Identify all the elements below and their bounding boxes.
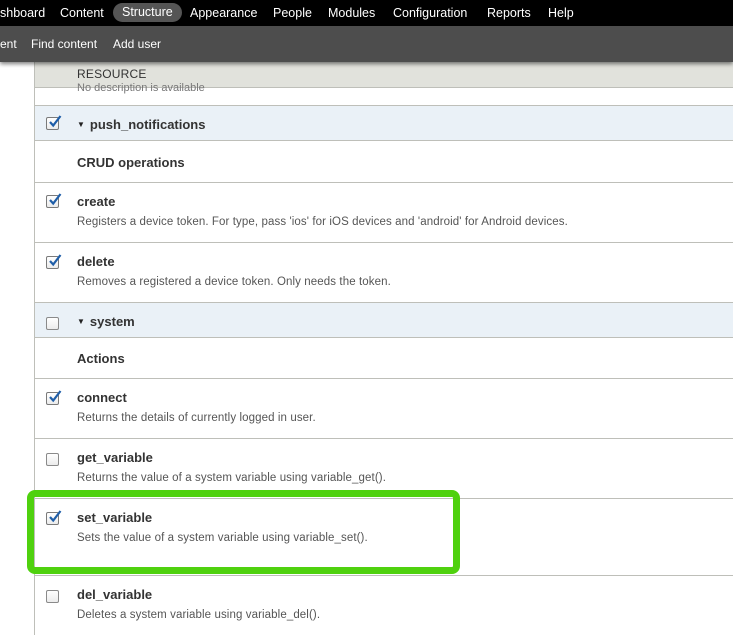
shortcut-add-user[interactable]: Add user — [113, 26, 161, 63]
checkbox-connect[interactable] — [46, 390, 62, 405]
operation-name: create — [77, 194, 116, 209]
menu-dashboard[interactable]: shboard — [0, 0, 45, 26]
section-title-crud: CRUD operations — [77, 155, 185, 170]
collapse-triangle-icon: ▼ — [77, 120, 85, 129]
table-row-connect: connect Returns the details of currently… — [35, 379, 733, 439]
clipped-description: No description is available — [77, 82, 205, 94]
menu-content[interactable]: Content — [60, 0, 104, 26]
checkbox-set-variable[interactable] — [46, 510, 62, 525]
table-row-create: create Registers a device token. For typ… — [35, 183, 733, 243]
shortcut-add-content[interactable]: ent — [0, 26, 17, 63]
resource-column-header: RESOURCE — [77, 67, 147, 81]
shortcut-bar: ent Find content Add user — [0, 26, 733, 62]
admin-toolbar: shboard Content Structure Appearance Peo… — [0, 0, 733, 26]
operation-description: Sets the value of a system variable usin… — [77, 532, 368, 544]
table-row-get-variable: get_variable Returns the value of a syst… — [35, 439, 733, 499]
table-row-delete: delete Removes a registered a device tok… — [35, 243, 733, 303]
menu-help[interactable]: Help — [548, 0, 574, 26]
menu-configuration[interactable]: Configuration — [393, 0, 467, 26]
checkmark-icon — [49, 254, 62, 267]
operation-description: Removes a registered a device token. Onl… — [77, 276, 391, 288]
checkmark-icon — [49, 193, 62, 206]
page-left-margin — [0, 62, 23, 635]
section-title-actions: Actions — [77, 351, 125, 366]
menu-structure[interactable]: Structure — [113, 3, 182, 22]
table-row-del-variable: del_variable Deletes a system variable u… — [35, 576, 733, 635]
group-checkbox-push-notifications[interactable] — [46, 115, 62, 130]
operation-name: del_variable — [77, 587, 153, 602]
menu-appearance[interactable]: Appearance — [190, 0, 257, 26]
menu-reports[interactable]: Reports — [487, 0, 531, 26]
checkmark-icon — [49, 510, 62, 523]
shortcut-find-content[interactable]: Find content — [31, 26, 97, 63]
operation-name: set_variable — [77, 510, 153, 525]
operation-name: get_variable — [77, 450, 153, 465]
checkbox-create[interactable] — [46, 193, 62, 208]
group-checkbox-system[interactable] — [46, 317, 59, 330]
operation-description: Returns the value of a system variable u… — [77, 472, 386, 484]
operation-description: Returns the details of currently logged … — [77, 412, 316, 424]
operation-description: Registers a device token. For type, pass… — [77, 216, 568, 228]
checkbox-del-variable[interactable] — [46, 590, 59, 603]
table-header: RESOURCE No description is available — [35, 62, 733, 94]
group-toggle-push-notifications[interactable]: ▼ push_notifications — [77, 117, 205, 132]
checkbox-delete[interactable] — [46, 254, 62, 269]
operation-name: connect — [77, 390, 127, 405]
menu-people[interactable]: People — [273, 0, 312, 26]
section-row-actions: Actions — [35, 339, 733, 379]
operation-name: delete — [77, 254, 115, 269]
group-name-label: system — [89, 314, 135, 329]
checkmark-icon — [49, 115, 62, 128]
group-row-system: ▼ system — [35, 302, 733, 338]
group-toggle-system[interactable]: ▼ system — [77, 314, 135, 329]
group-name-label: push_notifications — [89, 117, 206, 132]
operation-description: Deletes a system variable using variable… — [77, 609, 321, 621]
menu-modules[interactable]: Modules — [328, 0, 375, 26]
resource-table: RESOURCE No description is available ▼ pu… — [34, 62, 733, 635]
checkmark-icon — [49, 390, 62, 403]
section-row-crud: CRUD operations — [35, 142, 733, 183]
checkbox-get-variable[interactable] — [46, 453, 59, 466]
collapse-triangle-icon: ▼ — [77, 317, 85, 326]
group-row-push-notifications: ▼ push_notifications — [35, 105, 733, 141]
table-row-set-variable: set_variable Sets the value of a system … — [35, 499, 733, 576]
